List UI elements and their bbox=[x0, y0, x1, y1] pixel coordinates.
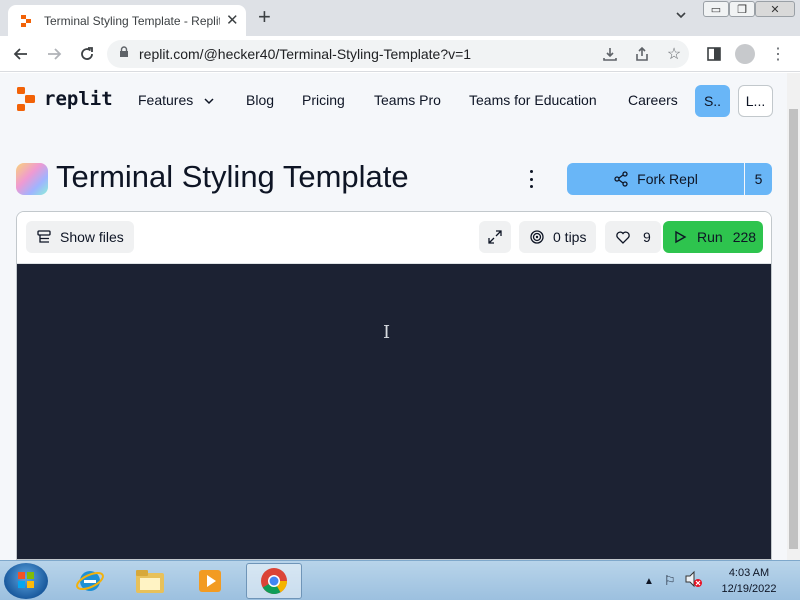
repl-embed: Show files 0 tips 9 Run 228 I bbox=[16, 211, 772, 560]
internet-explorer-icon bbox=[76, 571, 104, 591]
taskbar-explorer[interactable] bbox=[122, 563, 178, 599]
like-button[interactable]: 9 bbox=[605, 221, 661, 253]
repl-icon bbox=[16, 163, 48, 195]
back-icon[interactable] bbox=[11, 44, 31, 64]
lock-icon bbox=[119, 45, 129, 63]
files-icon bbox=[37, 230, 51, 243]
share-icon[interactable] bbox=[632, 44, 652, 64]
logo-wordmark: replit bbox=[44, 88, 113, 110]
replit-logo[interactable]: replit bbox=[17, 87, 113, 111]
side-panel-icon[interactable] bbox=[704, 44, 724, 64]
taskbar-clock[interactable]: 4:03 AM 12/19/2022 bbox=[712, 565, 786, 597]
nav-pricing[interactable]: Pricing bbox=[302, 92, 345, 108]
restore-icon[interactable]: ❐ bbox=[729, 1, 755, 17]
reload-icon[interactable] bbox=[77, 44, 97, 64]
nav-features-label: Features bbox=[138, 92, 194, 108]
profile-avatar-icon[interactable] bbox=[735, 44, 755, 64]
likes-count: 9 bbox=[643, 229, 651, 245]
show-files-button[interactable]: Show files bbox=[26, 221, 134, 253]
nav-blog[interactable]: Blog bbox=[246, 92, 274, 108]
terminal-output[interactable]: I bbox=[17, 264, 771, 559]
scrollbar-thumb[interactable] bbox=[789, 109, 798, 549]
forward-icon[interactable] bbox=[44, 44, 64, 64]
show-hidden-icons-icon[interactable]: ▲ bbox=[644, 576, 654, 587]
window-close-icon[interactable]: ✕ bbox=[755, 1, 795, 17]
expand-icon bbox=[488, 230, 502, 244]
install-icon[interactable] bbox=[600, 44, 620, 64]
chevron-down-icon bbox=[204, 98, 214, 105]
run-count: 228 bbox=[732, 229, 757, 245]
folder-icon bbox=[136, 570, 164, 593]
fork-repl-group: Fork Repl 5 bbox=[567, 163, 772, 195]
fullscreen-button[interactable] bbox=[479, 221, 511, 253]
show-files-label: Show files bbox=[60, 229, 124, 245]
tips-spiral-icon bbox=[530, 230, 544, 244]
minimize-icon[interactable]: ▭ bbox=[703, 1, 729, 17]
fork-repl-label: Fork Repl bbox=[637, 171, 698, 187]
system-tray: ▲ ⚐ bbox=[644, 561, 702, 600]
tab-search-chevron-icon[interactable] bbox=[674, 8, 688, 27]
start-button[interactable] bbox=[4, 563, 48, 599]
volume-muted-icon[interactable] bbox=[684, 570, 702, 593]
replit-logo-icon bbox=[17, 87, 35, 111]
action-center-flag-icon[interactable]: ⚐ bbox=[664, 573, 676, 589]
more-options-icon[interactable] bbox=[524, 170, 538, 188]
fork-repl-button[interactable]: Fork Repl bbox=[567, 163, 744, 195]
browser-toolbar: replit.com/@hecker40/Terminal-Styling-Te… bbox=[0, 36, 800, 72]
chrome-icon bbox=[261, 568, 288, 595]
signup-button[interactable]: S.. bbox=[695, 85, 730, 117]
run-label: Run bbox=[697, 229, 723, 245]
tab-close-icon[interactable]: ✕ bbox=[226, 13, 239, 28]
nav-features[interactable]: Features bbox=[138, 92, 215, 108]
clock-time: 4:03 AM bbox=[728, 567, 770, 579]
page-scrollbar[interactable] bbox=[787, 73, 800, 560]
screen: Terminal Styling Template - Replit ✕ + ▭… bbox=[0, 0, 800, 600]
fork-icon bbox=[614, 171, 628, 187]
clock-date: 12/19/2022 bbox=[721, 583, 777, 595]
repl-page: Terminal Styling Template Fork Repl 5 Sh… bbox=[0, 129, 787, 560]
browser-tab[interactable]: Terminal Styling Template - Replit ✕ bbox=[8, 5, 246, 36]
play-icon bbox=[675, 230, 687, 244]
fork-count[interactable]: 5 bbox=[745, 163, 772, 195]
repl-title: Terminal Styling Template bbox=[56, 159, 409, 194]
nav-teams-for-education[interactable]: Teams for Education bbox=[469, 92, 597, 108]
replit-favicon-icon bbox=[20, 14, 34, 28]
windows-taskbar: ▲ ⚐ 4:03 AM 12/19/2022 bbox=[0, 560, 800, 600]
nav-teams-pro[interactable]: Teams Pro bbox=[374, 92, 441, 108]
bookmark-star-icon[interactable]: ☆ bbox=[664, 44, 684, 64]
taskbar-internet-explorer[interactable] bbox=[62, 563, 118, 599]
nav-careers[interactable]: Careers bbox=[628, 92, 678, 108]
tab-title: Terminal Styling Template - Replit bbox=[44, 13, 220, 28]
tips-label: 0 tips bbox=[553, 229, 587, 245]
taskbar-media-player[interactable] bbox=[182, 563, 238, 599]
tips-button[interactable]: 0 tips bbox=[519, 221, 597, 253]
browser-tab-strip: Terminal Styling Template - Replit ✕ + ▭… bbox=[0, 0, 800, 36]
repl-embed-toolbar: Show files 0 tips 9 Run 228 bbox=[17, 212, 771, 264]
media-player-icon bbox=[199, 570, 221, 592]
site-header: replit Features Blog Pricing Teams Pro T… bbox=[0, 73, 787, 129]
run-button[interactable]: Run 228 bbox=[663, 221, 763, 253]
new-tab-icon[interactable]: + bbox=[258, 6, 271, 28]
heart-icon bbox=[616, 231, 630, 244]
login-button[interactable]: L... bbox=[738, 85, 773, 117]
browser-menu-icon[interactable]: ⋮ bbox=[768, 44, 788, 64]
text-cursor-icon: I bbox=[383, 322, 391, 343]
taskbar-chrome[interactable] bbox=[246, 563, 302, 599]
windows-logo-icon bbox=[18, 572, 34, 588]
url-text: replit.com/@hecker40/Terminal-Styling-Te… bbox=[139, 46, 472, 62]
